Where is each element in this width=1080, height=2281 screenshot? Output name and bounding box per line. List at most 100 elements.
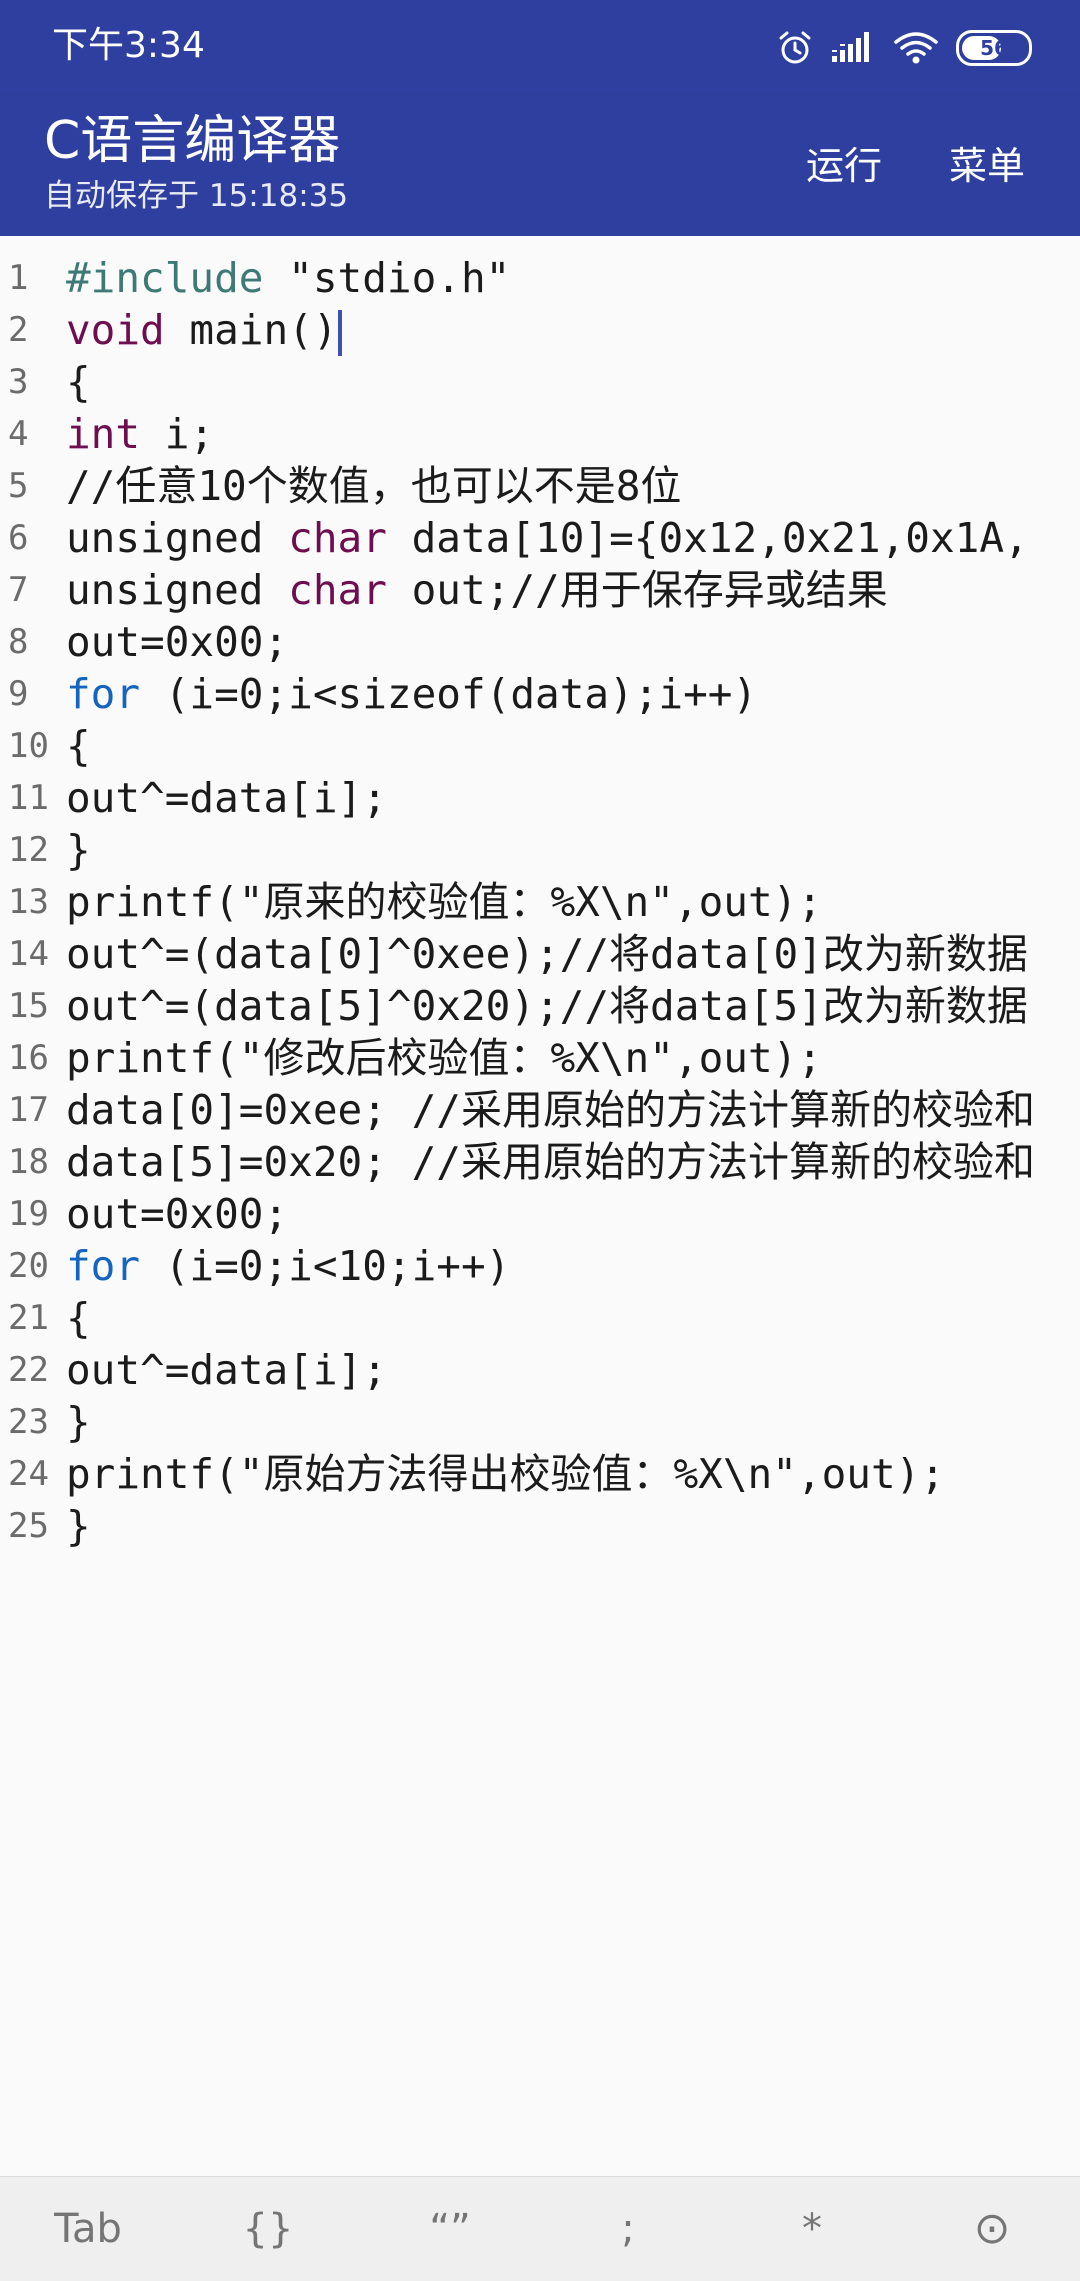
code-line[interactable]: 17 data[0]=0xee; //采用原始的方法计算新的校验和 [0, 1084, 1080, 1136]
semicolon-key[interactable]: ; [548, 2177, 708, 2281]
line-code[interactable]: data[0]=0xee; //采用原始的方法计算新的校验和 [66, 1084, 1035, 1136]
line-code[interactable]: } [66, 1396, 91, 1448]
line-code[interactable]: void main() [66, 304, 342, 356]
code-line[interactable]: 16 printf("修改后校验值：%X\n",out); [0, 1032, 1080, 1084]
line-code[interactable]: //任意10个数值，也可以不是8位 [66, 460, 681, 512]
code-line[interactable]: 5 //任意10个数值，也可以不是8位 [0, 460, 1080, 512]
line-code[interactable]: out=0x00; [66, 1188, 288, 1240]
line-code[interactable]: { [66, 720, 91, 772]
line-number: 14 [8, 934, 49, 974]
code-editor[interactable]: 1 #include "stdio.h" 2 void main() 3{ 4 int i;… [0, 236, 1080, 2176]
line-code[interactable]: out^=data[i]; [66, 772, 387, 824]
line-number: 16 [8, 1038, 49, 1078]
code-text: { [66, 358, 91, 406]
wifi-icon [894, 32, 938, 64]
code-line[interactable]: 18 data[5]=0x20; //采用原始的方法计算新的校验和 [0, 1136, 1080, 1188]
code-text: out;//用于保存异或结果 [386, 566, 888, 614]
line-number: 21 [8, 1298, 49, 1338]
status-icons: 56 [776, 26, 1032, 70]
braces-key[interactable]: {} [188, 2177, 348, 2281]
line-number: 1 [8, 258, 29, 298]
line-code[interactable]: { [66, 1292, 91, 1344]
code-line[interactable]: 15 out^=(data[5]^0x20);//将data[5]改为新数据 [0, 980, 1080, 1032]
line-code[interactable]: printf("原来的校验值：%X\n",out); [66, 876, 822, 928]
line-number: 11 [8, 778, 49, 818]
code-keyword: #include [66, 254, 264, 302]
code-line[interactable]: 9 for (i=0;i<sizeof(data);i++) [0, 668, 1080, 720]
line-number: 9 [8, 674, 29, 714]
code-text: printf("原始方法得出校验值：%X\n",out); [66, 1450, 945, 1498]
line-code[interactable]: { [66, 356, 91, 408]
line-number: 17 [8, 1090, 49, 1130]
line-code[interactable]: } [66, 824, 91, 876]
code-keyword: void [66, 306, 165, 354]
code-text: out^=(data[5]^0x20);//将data[5]改为新数据 [66, 982, 1028, 1030]
line-code[interactable]: for (i=0;i<10;i++) [66, 1240, 510, 1292]
line-code[interactable]: int i; [66, 408, 214, 460]
code-keyword: for [66, 1242, 141, 1290]
line-number: 6 [8, 518, 29, 558]
line-code[interactable]: out^=(data[0]^0xee);//将data[0]改为新数据 [66, 928, 1028, 980]
code-text: out^=data[i]; [66, 774, 387, 822]
code-line[interactable]: 8 out=0x00; [0, 616, 1080, 668]
code-line[interactable]: 25} [0, 1500, 1080, 1552]
line-number: 8 [8, 622, 29, 662]
code-line[interactable]: 22 out^=data[i]; [0, 1344, 1080, 1396]
line-code[interactable]: out^=data[i]; [66, 1344, 387, 1396]
code-text: out^=data[i]; [66, 1346, 387, 1394]
autosave-status: 自动保存于 15:18:35 [44, 178, 349, 214]
battery-icon: 56 [956, 30, 1032, 66]
code-text: out=0x00; [66, 618, 289, 666]
code-line[interactable]: 13 printf("原来的校验值：%X\n",out); [0, 876, 1080, 928]
code-line[interactable]: 10 { [0, 720, 1080, 772]
code-text: out=0x00; [66, 1190, 289, 1238]
code-line[interactable]: 21 { [0, 1292, 1080, 1344]
more-key[interactable]: ⊙ [912, 2177, 1072, 2281]
quotes-key[interactable]: “” [370, 2177, 530, 2281]
code-keyword: char [288, 514, 387, 562]
line-code[interactable]: unsigned char data[10]={0x12,0x21,0x1A, [66, 512, 1029, 564]
code-line[interactable]: 4 int i; [0, 408, 1080, 460]
line-number: 25 [8, 1506, 49, 1546]
code-line[interactable]: 6 unsigned char data[10]={0x12,0x21,0x1A, [0, 512, 1080, 564]
alarm-icon [779, 31, 811, 64]
line-number: 4 [8, 414, 29, 454]
code-line[interactable]: 1 #include "stdio.h" [0, 252, 1080, 304]
line-code[interactable]: #include "stdio.h" [66, 252, 510, 304]
code-line[interactable]: 12} [0, 824, 1080, 876]
line-code[interactable]: out=0x00; [66, 616, 288, 668]
code-text: } [66, 1502, 91, 1550]
code-line[interactable]: 7 unsigned char out;//用于保存异或结果 [0, 564, 1080, 616]
code-line[interactable]: 20 for (i=0;i<10;i++) [0, 1240, 1080, 1292]
line-code[interactable]: printf("修改后校验值：%X\n",out); [66, 1032, 822, 1084]
menu-button[interactable]: 菜单 [945, 136, 1029, 196]
code-line[interactable]: 19 out=0x00; [0, 1188, 1080, 1240]
code-line[interactable]: 2 void main() [0, 304, 1080, 356]
code-line[interactable]: 14 out^=(data[0]^0xee);//将data[0]改为新数据 [0, 928, 1080, 980]
code-text: data[10]={0x12,0x21,0x1A, [386, 514, 1029, 562]
text-cursor [337, 310, 342, 356]
line-code[interactable]: } [66, 1500, 91, 1552]
asterisk-key[interactable]: * [732, 2177, 892, 2281]
code-line[interactable]: 23} [0, 1396, 1080, 1448]
run-button[interactable]: 运行 [802, 136, 886, 196]
code-text: unsigned [66, 566, 289, 614]
tab-key[interactable]: Tab [8, 2177, 168, 2281]
app-title: C语言编译器 [44, 111, 341, 171]
line-number: 23 [8, 1402, 49, 1442]
line-number: 12 [8, 830, 49, 870]
code-line[interactable]: 11 out^=data[i]; [0, 772, 1080, 824]
line-code[interactable]: for (i=0;i<sizeof(data);i++) [66, 668, 757, 720]
code-keyword: for [66, 670, 141, 718]
code-text: { [66, 722, 91, 770]
line-number: 10 [8, 726, 49, 766]
line-code[interactable]: data[5]=0x20; //采用原始的方法计算新的校验和 [66, 1136, 1035, 1188]
code-line[interactable]: 24 printf("原始方法得出校验值：%X\n",out); [0, 1448, 1080, 1500]
line-code[interactable]: out^=(data[5]^0x20);//将data[5]改为新数据 [66, 980, 1028, 1032]
code-keyword: char [288, 566, 387, 614]
line-code[interactable]: printf("原始方法得出校验值：%X\n",out); [66, 1448, 945, 1500]
code-text: (i=0;i<sizeof(data);i++) [140, 670, 758, 718]
line-code[interactable]: unsigned char out;//用于保存异或结果 [66, 564, 888, 616]
line-number: 20 [8, 1246, 49, 1286]
code-line[interactable]: 3{ [0, 356, 1080, 408]
